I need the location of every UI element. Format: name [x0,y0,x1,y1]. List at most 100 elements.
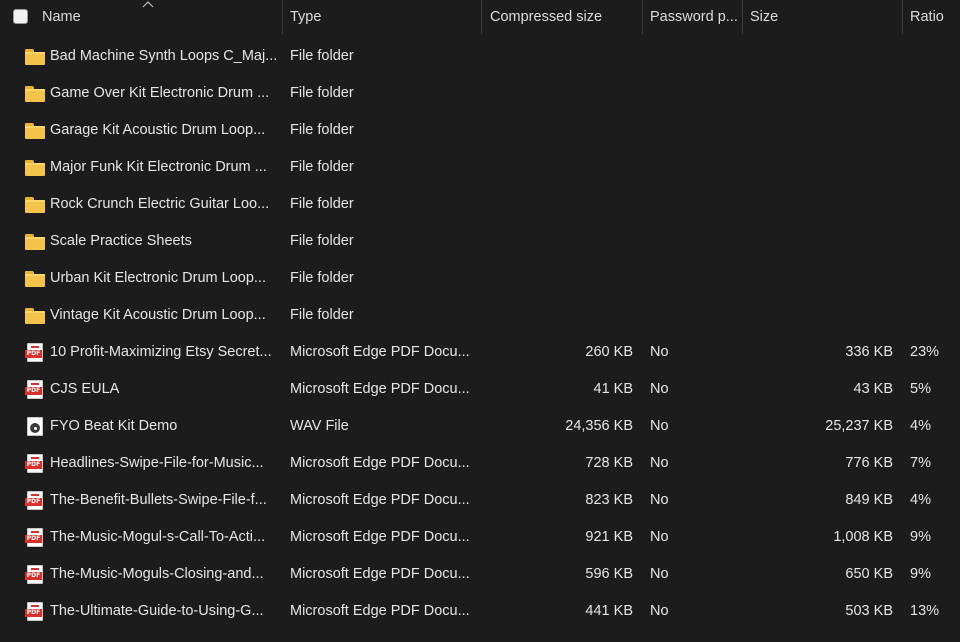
select-all-checkbox[interactable] [13,9,28,24]
file-name: Vintage Kit Acoustic Drum Loop... [50,307,266,323]
column-divider[interactable] [481,0,482,34]
column-divider[interactable] [742,0,743,34]
compressed-size: 441 KB [585,603,633,619]
compressed-size: 921 KB [585,529,633,545]
compressed-size: 596 KB [585,566,633,582]
file-icon-cell [24,112,46,149]
file-size [744,149,893,186]
file-size: 25,237 KB [825,418,893,434]
wav-icon [27,417,43,436]
file-row[interactable]: PDF Headlines-Swipe-File-for-Music... Micr… [0,445,960,482]
file-row[interactable]: Game Over Kit Electronic Drum ... File fo… [0,75,960,112]
password-protected [650,260,730,297]
folder-icon [25,159,45,176]
file-size [744,75,893,112]
file-row[interactable]: PDF The-Music-Mogul-s-Call-To-Acti... Micr… [0,519,960,556]
file-size [744,186,893,223]
file-type: Microsoft Edge PDF Docu... [290,455,470,471]
password-protected [650,297,730,334]
folder-icon [25,85,45,102]
file-row[interactable]: PDF 10 Profit-Maximizing Etsy Secret... Mi… [0,334,960,371]
file-icon-cell [24,297,46,334]
file-row[interactable]: Vintage Kit Acoustic Drum Loop... File fo… [0,297,960,334]
password-protected: No [650,529,669,545]
file-row[interactable]: Rock Crunch Electric Guitar Loo... File f… [0,186,960,223]
column-divider[interactable] [282,0,283,34]
password-protected [650,38,730,75]
file-size: 776 KB [845,455,893,471]
compression-ratio [910,260,958,297]
file-type: WAV File [290,418,349,434]
file-size: 503 KB [845,603,893,619]
column-divider[interactable] [642,0,643,34]
file-row[interactable]: PDF CJS EULA Microsoft Edge PDF Docu... 41 … [0,371,960,408]
pdf-icon: PDF [25,454,43,473]
file-name: Bad Machine Synth Loops C_Maj... [50,48,276,64]
column-header-password[interactable]: Password p... [650,0,738,34]
file-type: File folder [290,85,354,101]
password-protected [650,149,730,186]
file-type: File folder [290,307,354,323]
file-row[interactable]: Bad Machine Synth Loops C_Maj... File fol… [0,38,960,75]
file-type: File folder [290,270,354,286]
column-header-compressed-size[interactable]: Compressed size [490,0,638,34]
password-protected: No [650,381,669,397]
file-name: The-Benefit-Bullets-Swipe-File-f... [50,492,267,508]
file-row[interactable]: Major Funk Kit Electronic Drum ... File f… [0,149,960,186]
file-size: 43 KB [853,381,894,397]
compressed-size [484,260,633,297]
pdf-icon: PDF [25,343,43,362]
compression-ratio: 9% [910,529,931,545]
file-size [744,260,893,297]
file-row[interactable]: PDF The-Benefit-Bullets-Swipe-File-f... Mi… [0,482,960,519]
file-icon-cell [24,408,46,445]
compression-ratio: 13% [910,603,940,619]
column-header-row: Name Type Compressed size Password p... … [0,0,960,34]
file-type: Microsoft Edge PDF Docu... [290,344,470,360]
compression-ratio: 4% [910,492,931,508]
file-row[interactable]: Scale Practice Sheets File folder [0,223,960,260]
file-icon-cell: PDF [24,445,46,482]
column-divider[interactable] [902,0,903,34]
pdf-icon: PDF [25,565,43,584]
file-type: File folder [290,233,354,249]
compression-ratio [910,149,958,186]
file-type: File folder [290,159,354,175]
compression-ratio [910,38,958,75]
compressed-size: 24,356 KB [565,418,633,434]
column-header-name[interactable]: Name [42,0,278,34]
file-icon-cell: PDF [24,482,46,519]
compression-ratio: 4% [910,418,931,434]
column-header-type[interactable]: Type [290,0,476,34]
file-row[interactable]: Urban Kit Electronic Drum Loop... File fo… [0,260,960,297]
password-protected: No [650,455,669,471]
compressed-size: 41 KB [593,381,634,397]
file-name: Headlines-Swipe-File-for-Music... [50,455,264,471]
file-row[interactable]: PDF The-Music-Moguls-Closing-and... Micros… [0,556,960,593]
compressed-size: 728 KB [585,455,633,471]
file-row[interactable]: PDF The-Ultimate-Guide-to-Using-G... Micro… [0,593,960,630]
file-icon-cell [24,149,46,186]
password-protected: No [650,566,669,582]
compressed-size [484,112,633,149]
file-name: 10 Profit-Maximizing Etsy Secret... [50,344,272,360]
file-type: File folder [290,48,354,64]
compression-ratio: 5% [910,381,931,397]
file-type: Microsoft Edge PDF Docu... [290,603,470,619]
file-name: Major Funk Kit Electronic Drum ... [50,159,267,175]
file-row[interactable]: FYO Beat Kit Demo WAV File 24,356 KB No 25,2… [0,408,960,445]
compressed-size [484,223,633,260]
file-size [744,223,893,260]
column-header-ratio[interactable]: Ratio [910,0,958,34]
compressed-size: 823 KB [585,492,633,508]
column-header-size[interactable]: Size [750,0,898,34]
file-row[interactable]: Garage Kit Acoustic Drum Loop... File fol… [0,112,960,149]
password-protected [650,223,730,260]
file-size: 336 KB [845,344,893,360]
pdf-icon: PDF [25,602,43,621]
file-icon-cell: PDF [24,371,46,408]
file-type: Microsoft Edge PDF Docu... [290,566,470,582]
pdf-icon: PDF [25,528,43,547]
file-name: Urban Kit Electronic Drum Loop... [50,270,266,286]
compression-ratio: 9% [910,566,931,582]
